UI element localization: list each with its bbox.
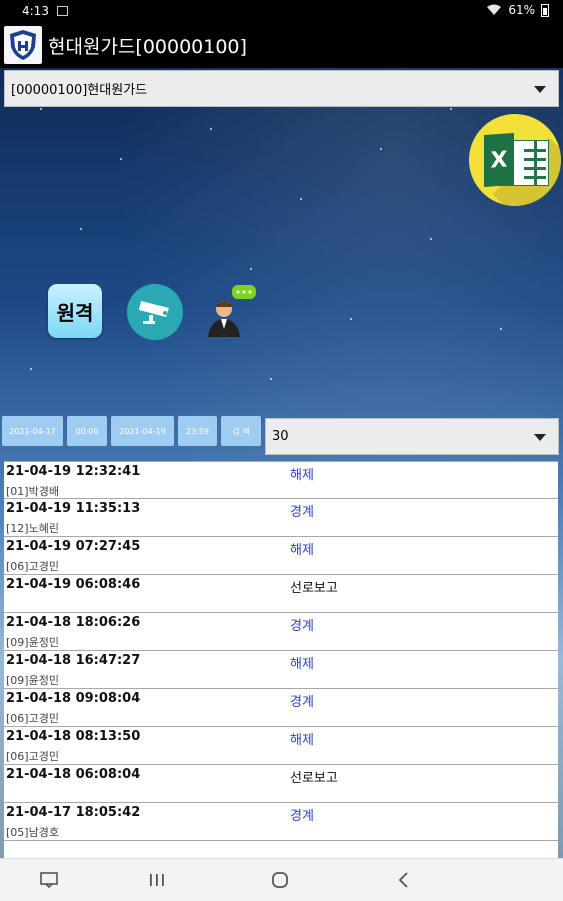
event-time: 21-04-17 18:05:42 bbox=[6, 805, 141, 820]
list-item[interactable]: 21-04-18 09:08:04 [06]고경민 경계 bbox=[4, 689, 558, 727]
battery-icon bbox=[541, 3, 549, 17]
page-title: 현대원가드[00000100] bbox=[48, 35, 247, 58]
recents-button[interactable] bbox=[145, 869, 169, 891]
list-item[interactable]: 21-04-19 07:27:45 [06]고경민 해제 bbox=[4, 537, 558, 575]
event-user: [06]고경민 bbox=[6, 750, 59, 763]
end-time-chip[interactable]: 23:59 bbox=[178, 416, 217, 446]
event-time: 21-04-19 12:32:41 bbox=[6, 464, 141, 479]
limit-select[interactable]: 30 bbox=[265, 418, 559, 455]
status-time: 4:13 bbox=[22, 4, 49, 18]
event-user: [12]노혜린 bbox=[6, 522, 59, 535]
list-item[interactable]: 21-04-18 18:06:26 [09]윤정민 경계 bbox=[4, 613, 558, 651]
home-button[interactable] bbox=[268, 869, 292, 891]
event-type: 경계 bbox=[290, 505, 314, 520]
event-user: [09]윤정민 bbox=[6, 674, 59, 687]
app-bar: 현대원가드[00000100] bbox=[0, 22, 563, 68]
back-button[interactable] bbox=[392, 869, 416, 891]
guard-chat-button[interactable] bbox=[204, 283, 262, 339]
event-user: [06]고경민 bbox=[6, 712, 59, 725]
event-time: 21-04-18 08:13:50 bbox=[6, 729, 141, 744]
event-user: [05]남경호 bbox=[6, 826, 59, 839]
limit-select-value: 30 bbox=[272, 429, 289, 444]
list-item[interactable]: 21-04-19 12:32:41 [01]박경배 해제 bbox=[4, 461, 558, 499]
battery-percent: 61% bbox=[508, 3, 535, 17]
start-time-chip[interactable]: 00:00 bbox=[67, 416, 107, 446]
event-time: 21-04-19 06:08:46 bbox=[6, 577, 141, 592]
event-type: 해제 bbox=[290, 657, 314, 672]
chevron-down-icon bbox=[534, 433, 546, 441]
event-time: 21-04-18 18:06:26 bbox=[6, 615, 141, 630]
system-nav-bar bbox=[0, 858, 563, 901]
event-list[interactable]: 21-04-19 12:32:41 [01]박경배 해제 21-04-19 11… bbox=[4, 461, 558, 861]
list-item[interactable]: 21-04-17 18:05:42 [05]남경호 경계 bbox=[4, 803, 558, 841]
event-time: 21-04-18 16:47:27 bbox=[6, 653, 141, 668]
event-type: 경계 bbox=[290, 809, 314, 824]
end-date-chip[interactable]: 2021-04-19 bbox=[111, 416, 174, 446]
chevron-down-icon bbox=[534, 85, 546, 93]
search-button[interactable]: 검 색 bbox=[221, 416, 261, 446]
excel-export-button[interactable]: X bbox=[469, 114, 561, 206]
event-type: 선로보고 bbox=[290, 771, 338, 786]
event-user: [06]고경민 bbox=[6, 560, 59, 573]
recents-icon bbox=[150, 874, 164, 886]
status-bar: 4:13 61% bbox=[0, 0, 563, 22]
list-item[interactable]: 21-04-19 06:08:46 선로보고 bbox=[4, 575, 558, 613]
site-select-value: [00000100]현대원가드 bbox=[11, 83, 148, 98]
cctv-button[interactable] bbox=[127, 284, 183, 340]
event-time: 21-04-19 07:27:45 bbox=[6, 539, 141, 554]
event-type: 경계 bbox=[290, 695, 314, 710]
event-type: 경계 bbox=[290, 619, 314, 634]
event-time: 21-04-18 06:08:04 bbox=[6, 767, 141, 782]
shield-logo-icon bbox=[4, 26, 42, 64]
keyboard-icon bbox=[40, 872, 58, 889]
home-icon bbox=[272, 872, 288, 888]
event-user: [01]박경배 bbox=[6, 485, 59, 498]
event-user: [09]윤정민 bbox=[6, 636, 59, 649]
list-item[interactable]: 21-04-18 08:13:50 [06]고경민 해제 bbox=[4, 727, 558, 765]
cctv-camera-icon bbox=[139, 301, 169, 324]
keyboard-button[interactable] bbox=[37, 869, 61, 891]
list-item[interactable]: 21-04-18 16:47:27 [09]윤정민 해제 bbox=[4, 651, 558, 689]
site-select[interactable]: [00000100]현대원가드 bbox=[4, 70, 559, 107]
back-icon bbox=[398, 872, 408, 888]
event-type: 해제 bbox=[290, 733, 314, 748]
list-item[interactable]: 21-04-18 06:08:04 선로보고 bbox=[4, 765, 558, 803]
event-type: 해제 bbox=[290, 468, 314, 483]
start-date-chip[interactable]: 2021-04-17 bbox=[2, 416, 63, 446]
event-time: 21-04-19 11:35:13 bbox=[6, 501, 141, 516]
remote-button[interactable]: 원격 bbox=[48, 284, 102, 338]
event-time: 21-04-18 09:08:04 bbox=[6, 691, 141, 706]
excel-x-mark: X bbox=[484, 132, 514, 188]
guard-chat-icon bbox=[208, 285, 256, 337]
list-item[interactable]: 21-04-19 11:35:13 [12]노혜린 경계 bbox=[4, 499, 558, 537]
status-right: 61% bbox=[486, 3, 549, 17]
event-type: 선로보고 bbox=[290, 581, 338, 596]
wifi-icon bbox=[487, 4, 502, 15]
event-type: 해제 bbox=[290, 543, 314, 558]
image-icon bbox=[56, 6, 68, 16]
